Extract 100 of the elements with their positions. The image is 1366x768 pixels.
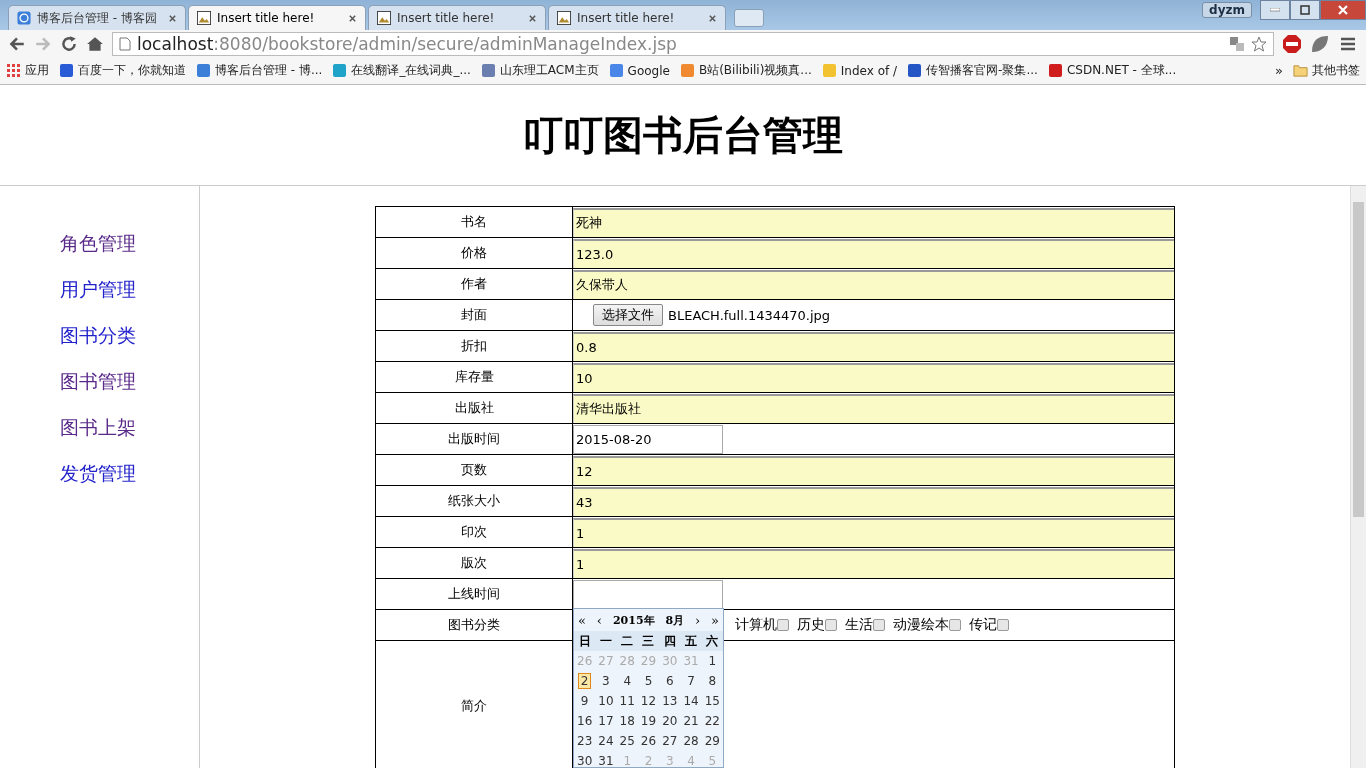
leaf-icon[interactable] (1310, 33, 1330, 54)
bookmark[interactable]: 山东理工ACM主页 (480, 62, 599, 79)
maximize-button[interactable] (1290, 0, 1320, 20)
calendar-day[interactable]: 25 (616, 734, 638, 748)
calendar-day[interactable]: 19 (637, 714, 660, 728)
text-field[interactable]: 久保带人 (573, 269, 1174, 299)
sidebar-link[interactable]: 用户管理 (60, 276, 136, 302)
minimize-button[interactable] (1260, 0, 1290, 20)
address-bar[interactable]: localhost:8080/bookstore/admin/secure/adminManageIndex.jsp (112, 31, 1274, 56)
text-field[interactable]: 清华出版社 (573, 393, 1174, 423)
browser-tab[interactable]: Insert title here! (188, 5, 366, 30)
weekday-label: 日 (577, 632, 592, 650)
text-field[interactable]: 0.8 (573, 331, 1174, 361)
sidebar-link[interactable]: 图书管理 (60, 368, 136, 394)
calendar-day[interactable]: 20 (659, 714, 681, 728)
weekday-label: 五 (684, 632, 699, 650)
calendar-day[interactable]: 16 (574, 714, 596, 728)
new-tab-button[interactable] (734, 9, 764, 27)
close-icon[interactable] (348, 13, 357, 23)
calendar-day[interactable]: 27 (659, 734, 681, 748)
text-field[interactable]: 1 (573, 548, 1174, 578)
browser-tab[interactable]: Insert title here! (368, 5, 546, 30)
calendar-day[interactable]: 17 (595, 714, 617, 728)
next-month-button[interactable]: › (694, 612, 701, 628)
sidebar-link[interactable]: 发货管理 (60, 460, 136, 486)
folder-icon (1293, 63, 1308, 78)
calendar-day[interactable]: 14 (680, 694, 702, 708)
scrollbar[interactable] (1350, 186, 1366, 768)
profile-button[interactable]: dyzm (1202, 2, 1252, 18)
bookmark[interactable]: Google (608, 63, 670, 78)
close-icon[interactable] (528, 13, 537, 23)
text-field[interactable]: 43 (573, 486, 1174, 516)
category-label: 历史 (797, 616, 825, 634)
text-field[interactable]: 123.0 (573, 238, 1174, 268)
sidebar-link[interactable]: 图书上架 (60, 414, 136, 440)
date-field[interactable] (573, 579, 723, 609)
calendar-day[interactable]: 2 (578, 673, 592, 689)
prev-month-button[interactable]: ‹ (596, 612, 603, 628)
sidebar-link[interactable]: 角色管理 (60, 230, 136, 256)
adblock-icon[interactable] (1282, 33, 1302, 54)
year-label: 2015年 (612, 612, 655, 628)
date-field[interactable]: 2015-08-20 (573, 424, 723, 454)
bookmark[interactable]: 应用 (6, 62, 49, 79)
tab-title: 博客后台管理 - 博客园 (37, 9, 158, 27)
url-text: localhost:8080/bookstore/admin/secure/adminManageIndex.jsp (137, 33, 677, 54)
bookmark[interactable]: Index of / (821, 63, 898, 78)
bookmark-label: Index of / (840, 63, 898, 78)
star-icon[interactable] (1251, 35, 1267, 52)
calendar-day[interactable]: 13 (659, 694, 681, 708)
calendar-day[interactable]: 11 (616, 694, 638, 708)
calendar-day[interactable]: 29 (701, 734, 723, 748)
reload-icon[interactable] (60, 34, 78, 53)
calendar-day[interactable]: 1 (701, 654, 723, 668)
checkbox[interactable] (825, 619, 837, 631)
calendar-day[interactable]: 28 (680, 734, 702, 748)
image-icon (377, 11, 391, 25)
calendar-day[interactable]: 23 (574, 734, 596, 748)
text-field[interactable]: 10 (573, 362, 1174, 392)
folder-label: 其他书签 (1312, 62, 1360, 79)
tab-title: Insert title here! (397, 11, 496, 25)
calendar-day[interactable]: 4 (616, 674, 638, 688)
calendar-day[interactable]: 18 (616, 714, 638, 728)
checkbox[interactable] (777, 619, 789, 631)
text-field[interactable]: 死神 (573, 207, 1174, 237)
calendar-day[interactable]: 6 (659, 674, 681, 688)
calendar-day[interactable]: 26 (637, 734, 660, 748)
bookmark-folder[interactable]: 其他书签 (1293, 62, 1360, 79)
next-year-button[interactable]: » (711, 612, 719, 628)
weekday-label: 三 (641, 632, 656, 650)
calendar-day[interactable]: 22 (701, 714, 723, 728)
prev-year-button[interactable]: « (578, 612, 586, 628)
calendar-day[interactable]: 9 (574, 694, 596, 708)
calendar-day[interactable]: 10 (595, 694, 617, 708)
calendar-day[interactable]: 30 (574, 754, 596, 767)
close-button[interactable] (1320, 0, 1366, 20)
maximize-icon (1300, 5, 1310, 15)
calendar-day[interactable]: 5 (637, 674, 660, 688)
calendar-day[interactable]: 12 (637, 694, 660, 708)
choose-file-button[interactable]: 选择文件 (593, 304, 663, 326)
calendar-day[interactable]: 31 (595, 754, 617, 767)
calendar-day[interactable]: 8 (701, 674, 723, 688)
checkbox[interactable] (949, 619, 961, 631)
close-icon[interactable] (708, 13, 717, 23)
calendar-day[interactable]: 21 (680, 714, 702, 728)
browser-tab[interactable]: 博客后台管理 - 博客园 (8, 5, 186, 30)
more-bookmarks-button[interactable]: » (1275, 63, 1283, 78)
calendar-day[interactable]: 7 (680, 674, 702, 688)
translate-icon[interactable] (1229, 35, 1245, 52)
calendar-day[interactable]: 3 (595, 674, 617, 688)
browser-tab[interactable]: Insert title here! (548, 5, 726, 30)
calendar-day[interactable]: 15 (701, 694, 723, 708)
calendar-day[interactable]: 24 (595, 734, 617, 748)
text-field[interactable]: 12 (573, 455, 1174, 485)
close-icon[interactable] (168, 13, 177, 23)
category-label: 动漫绘本 (893, 616, 949, 634)
checkbox[interactable] (873, 619, 885, 631)
checkbox[interactable] (997, 619, 1009, 631)
bookmark-label: Google (627, 63, 670, 78)
sidebar-link[interactable]: 图书分类 (60, 322, 136, 348)
text-field[interactable]: 1 (573, 517, 1174, 547)
